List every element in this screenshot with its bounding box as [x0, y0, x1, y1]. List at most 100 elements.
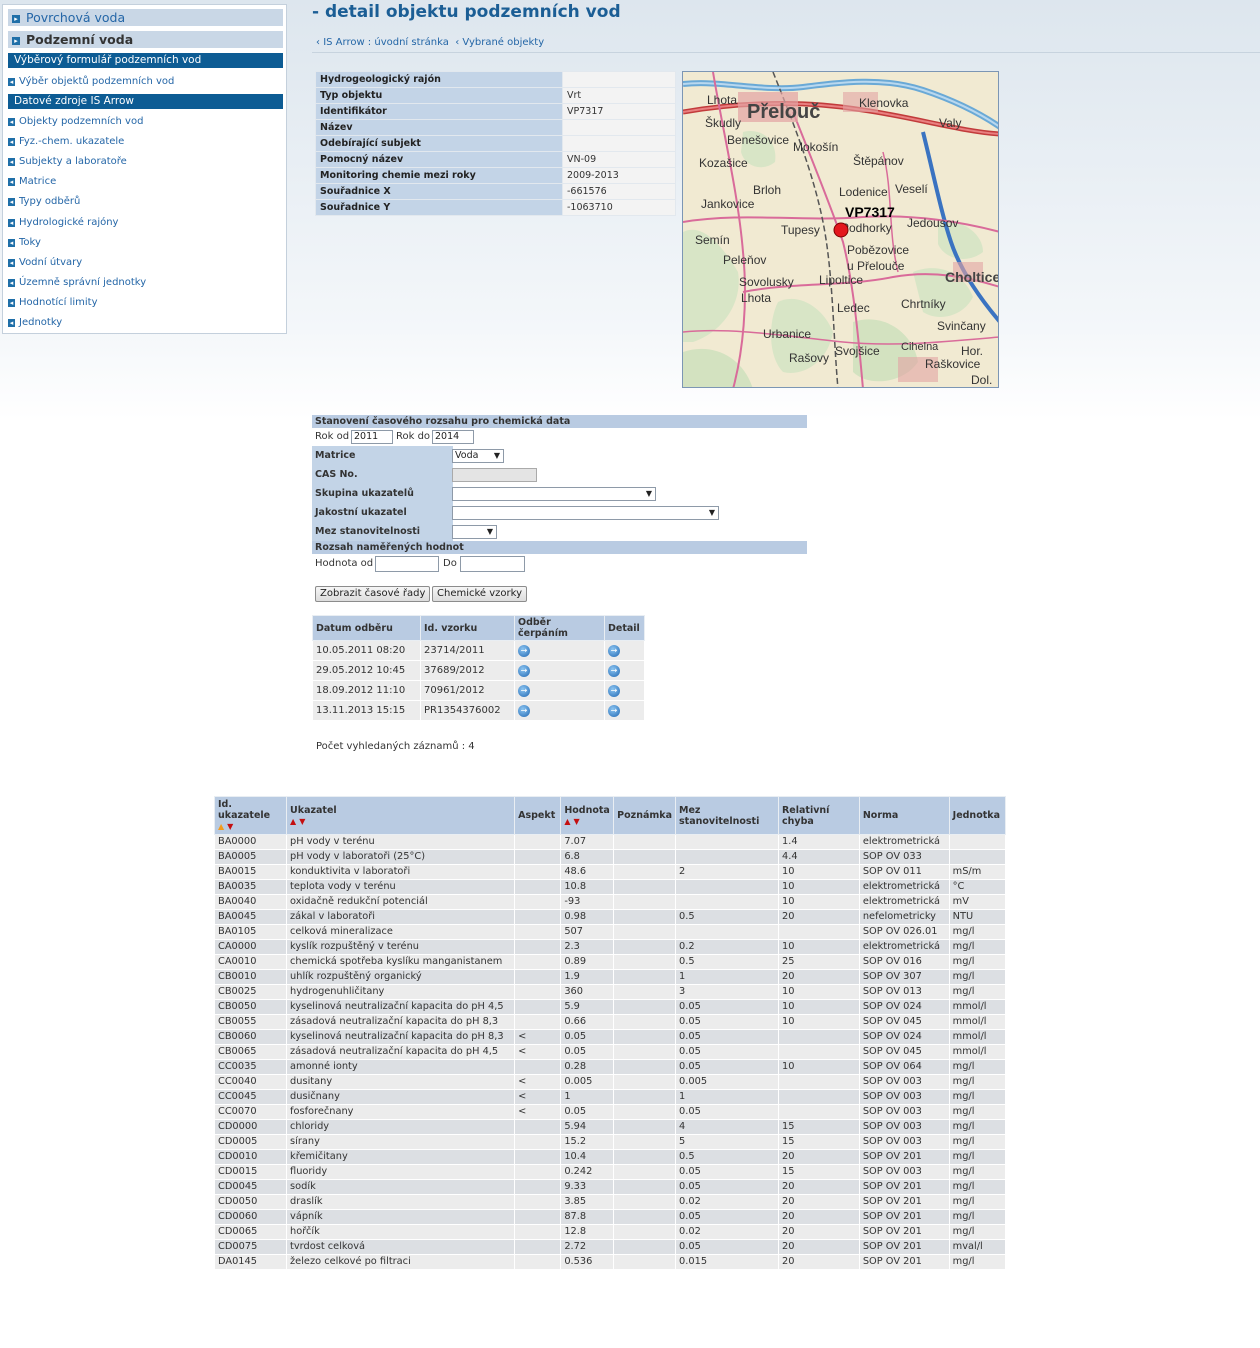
- detail-link-icon[interactable]: →: [608, 664, 620, 677]
- nav-surface-water[interactable]: ▸ Povrchová voda: [8, 9, 283, 26]
- rok-do-input[interactable]: 2014: [432, 430, 474, 444]
- sample-action-cell: →: [604, 680, 645, 701]
- sidebar-item-label: Jednotky: [19, 317, 63, 328]
- mez-select[interactable]: [452, 525, 497, 539]
- result-aspect: [514, 1059, 562, 1075]
- result-relative-error: 20: [777, 969, 860, 985]
- svg-text:Raškovice: Raškovice: [925, 357, 981, 371]
- skupina-select[interactable]: [452, 487, 656, 501]
- link-select-groundwater-objects[interactable]: ◂ Výběr objektů podzemních vod: [8, 76, 174, 88]
- sidebar-item[interactable]: ◂ Objekty podzemních vod: [8, 116, 143, 128]
- sample-date: 10.05.2011 08:20: [312, 640, 421, 661]
- info-value: VN-09: [562, 151, 676, 168]
- results-header-cell[interactable]: Poznámka: [613, 796, 676, 835]
- sidebar-item[interactable]: ◂ Územně správní jednotky: [8, 277, 146, 289]
- info-label: Odebírající subjekt: [315, 135, 563, 152]
- sort-asc-icon[interactable]: ▲: [290, 817, 296, 826]
- result-row: CD0045 sodík 9.33 0.05 20 SOP OV 201 mg/l: [213, 1179, 1007, 1195]
- rok-od-input[interactable]: 2011: [351, 430, 393, 444]
- chemical-samples-button[interactable]: Chemické vzorky: [432, 586, 528, 602]
- breadcrumb-home[interactable]: ‹ IS Arrow : úvodní stránka: [316, 37, 449, 48]
- sort-desc-icon[interactable]: ▼: [227, 823, 233, 831]
- result-row: BA0105 celková mineralizace 507 SOP OV 026.…: [213, 924, 1007, 940]
- svg-text:Choltice: Choltice: [945, 269, 999, 285]
- cas-input[interactable]: [452, 468, 537, 482]
- pumping-link-icon[interactable]: →: [518, 704, 530, 717]
- svg-text:Veselí: Veselí: [895, 182, 928, 196]
- samples-header-cell[interactable]: Detail: [604, 615, 645, 641]
- sidebar-item[interactable]: ◂ Hodnotící limity: [8, 297, 98, 309]
- result-unit: mmol/l: [948, 1014, 1007, 1030]
- result-note: [613, 1134, 676, 1150]
- hodnota-od-input[interactable]: [375, 556, 439, 572]
- detail-link-icon[interactable]: →: [608, 644, 620, 657]
- pumping-link-icon[interactable]: →: [518, 684, 530, 697]
- results-header-cell[interactable]: Id. ukazatele ▲ ▼: [213, 796, 288, 835]
- svg-text:Lodenice: Lodenice: [839, 185, 888, 199]
- hodnota-od-label: Hodnota od: [315, 558, 374, 569]
- sample-row: 29.05.2012 10:45 37689/2012 → →: [312, 660, 645, 681]
- sidebar-item[interactable]: ◂ Hydrologické rajóny: [8, 217, 118, 229]
- result-unit: mg/l: [948, 1059, 1007, 1075]
- sort-desc-icon[interactable]: ▼: [573, 817, 579, 826]
- matrice-select[interactable]: Voda: [452, 449, 504, 463]
- info-row: Souřadnice Y -1063710: [315, 199, 676, 216]
- sidebar-item[interactable]: ◂ Typy odběrů: [8, 196, 80, 208]
- breadcrumb-selected-label: Vybrané objekty: [462, 37, 545, 48]
- result-detection-limit: 0.5: [675, 954, 779, 970]
- sidebar-item[interactable]: ◂ Vodní útvary: [8, 257, 82, 269]
- results-header-cell[interactable]: Aspekt: [514, 796, 562, 835]
- result-indicator-id: CD0060: [213, 1209, 288, 1225]
- hodnota-do-input[interactable]: [460, 556, 525, 572]
- result-aspect: [514, 1179, 562, 1195]
- result-value: 360: [560, 984, 615, 1000]
- result-detection-limit: 0.05: [675, 1104, 779, 1120]
- sort-asc-icon[interactable]: ▲: [564, 817, 570, 826]
- result-row: BA0000 pH vody v terénu 7.07 1.4 elektrometr…: [213, 834, 1007, 850]
- result-value: 9.33: [560, 1179, 615, 1195]
- sort-desc-icon[interactable]: ▼: [299, 817, 305, 826]
- results-header-cell[interactable]: Hodnota ▲ ▼: [560, 796, 615, 835]
- results-header-cell[interactable]: Jednotka: [948, 796, 1007, 835]
- result-unit: mg/l: [948, 1089, 1007, 1105]
- info-value: [562, 135, 676, 152]
- result-aspect: [514, 879, 562, 895]
- samples-header-cell[interactable]: Datum odběru: [312, 615, 421, 641]
- sidebar-item[interactable]: ◂ Toky: [8, 237, 41, 249]
- result-indicator-name: kyselinová neutralizační kapacita do pH …: [286, 1029, 516, 1045]
- sidebar-item[interactable]: ◂ Jednotky: [8, 317, 62, 329]
- result-indicator-id: BA0000: [213, 834, 288, 850]
- pumping-link-icon[interactable]: →: [518, 664, 530, 677]
- detail-link-icon[interactable]: →: [608, 684, 620, 697]
- result-value: 0.89: [560, 954, 615, 970]
- samples-header-cell[interactable]: Odběr čerpáním: [514, 615, 605, 641]
- result-indicator-name: hydrogenuhličitany: [286, 984, 516, 1000]
- sidebar-item[interactable]: ◂ Fyz.-chem. ukazatele: [8, 136, 124, 148]
- sort-asc-icon[interactable]: ▲: [218, 823, 224, 831]
- results-header-cell[interactable]: Norma: [858, 796, 950, 835]
- results-header-cell[interactable]: Mez stanovitelnosti: [675, 796, 779, 835]
- breadcrumb-selected[interactable]: ‹ Vybrané objekty: [455, 37, 544, 48]
- location-map[interactable]: Přelouč Lhota Klenovka Škudly Valy Beneš…: [682, 71, 999, 388]
- jakost-select[interactable]: [452, 506, 719, 520]
- pumping-link-icon[interactable]: →: [518, 644, 530, 657]
- result-relative-error: 10: [777, 939, 860, 955]
- svg-text:Lipoltice: Lipoltice: [819, 273, 863, 287]
- detail-link-icon[interactable]: →: [608, 704, 620, 717]
- result-value: 1: [560, 1089, 615, 1105]
- result-indicator-id: CC0045: [213, 1089, 288, 1105]
- result-unit: mmol/l: [948, 1044, 1007, 1060]
- chevron-right-icon: ▸: [12, 37, 20, 45]
- nav-groundwater[interactable]: ▸ Podzemní voda: [8, 31, 283, 48]
- results-header-cell[interactable]: Ukazatel ▲ ▼: [286, 796, 516, 835]
- sample-id: PR1354376002: [420, 700, 515, 721]
- samples-header-cell[interactable]: Id. vzorku: [420, 615, 515, 641]
- result-indicator-name: železo celkové po filtraci: [286, 1254, 516, 1270]
- sort-arrows: ▲ ▼: [290, 816, 511, 827]
- result-indicator-id: CC0040: [213, 1074, 288, 1090]
- results-header-label: Norma: [862, 810, 899, 821]
- show-time-series-button[interactable]: Zobrazit časové řady: [315, 586, 431, 602]
- sidebar-item[interactable]: ◂ Subjekty a laboratoře: [8, 156, 127, 168]
- results-header-cell[interactable]: Relativní chyba: [777, 796, 860, 835]
- sidebar-item[interactable]: ◂ Matrice: [8, 176, 56, 188]
